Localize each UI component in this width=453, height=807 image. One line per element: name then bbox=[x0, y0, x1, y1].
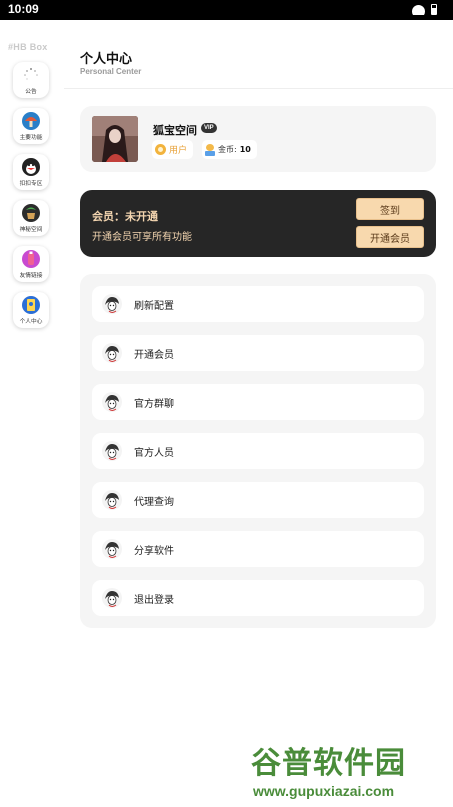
role-label: 用户 bbox=[169, 146, 188, 156]
penguin-icon bbox=[22, 157, 40, 176]
role-chip: 用户 bbox=[152, 140, 194, 159]
sidebar-item-label: 神秘空间 bbox=[19, 225, 43, 233]
sidebar-item-qq-zone[interactable]: 扣扣专区 bbox=[13, 154, 49, 190]
coin-value: 10 bbox=[239, 145, 251, 154]
sidebar-item-main-features[interactable]: 主要功能 bbox=[13, 108, 49, 144]
coin-chip: 金币: 10 bbox=[202, 140, 257, 159]
vip-description: 开通会员可享所有功能 bbox=[92, 232, 192, 243]
sidebar-item-label: 扣扣专区 bbox=[19, 179, 43, 187]
menu-item-share-app[interactable]: 分享软件 bbox=[92, 531, 424, 567]
bottle-icon bbox=[22, 249, 40, 268]
app-brand: #HB Box bbox=[8, 42, 48, 52]
watermark: 谷普软件园 www.gupuxiazai.com bbox=[249, 738, 453, 807]
username: 狐宝空间 bbox=[153, 124, 197, 137]
vip-status: 会员：未开通 bbox=[92, 210, 158, 223]
avatar-sketch-icon bbox=[101, 440, 123, 462]
header-divider bbox=[64, 88, 453, 89]
avatar[interactable] bbox=[92, 116, 138, 162]
page-subtitle: Personal Center bbox=[80, 67, 142, 76]
avatar-sketch-icon bbox=[101, 587, 123, 609]
vip-card: 会员：未开通 开通会员可享所有功能 签到 开通会员 bbox=[80, 190, 436, 257]
menu-item-official-staff[interactable]: 官方人员 bbox=[92, 433, 424, 469]
sidebar-item-friend-links[interactable]: 友情链接 bbox=[13, 246, 49, 282]
avatar-sketch-icon bbox=[101, 293, 123, 315]
sign-in-button[interactable]: 签到 bbox=[356, 198, 424, 220]
menu-item-refresh-config[interactable]: 刷新配置 bbox=[92, 286, 424, 322]
avatar-sketch-icon bbox=[101, 342, 123, 364]
avatar-sketch-icon bbox=[101, 538, 123, 560]
menu-item-label: 刷新配置 bbox=[134, 300, 174, 312]
sidebar-item-secret-space[interactable]: 神秘空间 bbox=[13, 200, 49, 236]
watermark-url: www.gupuxiazai.com bbox=[253, 783, 395, 799]
menu-item-agent-lookup[interactable]: 代理查询 bbox=[92, 482, 424, 518]
page-title: 个人中心 bbox=[80, 52, 133, 67]
menu-item-label: 官方人员 bbox=[134, 447, 174, 459]
status-bar: 10:09 bbox=[0, 0, 453, 20]
avatar-sketch-icon bbox=[101, 489, 123, 511]
menu-item-label: 退出登录 bbox=[134, 594, 174, 606]
clock: 10:09 bbox=[8, 2, 39, 16]
crown-icon bbox=[155, 144, 166, 155]
avatar-sketch-icon bbox=[101, 391, 123, 413]
profile-card: 狐宝空间 VIP 用户 金币: 10 bbox=[80, 106, 436, 172]
menu-card: 刷新配置 开通会员 官方群聊 官方人员 代理查询 分享软件 退出登录 bbox=[80, 274, 436, 628]
loading-dots-icon bbox=[22, 66, 40, 84]
menu-item-label: 分享软件 bbox=[134, 545, 174, 557]
coin-label: 金币: bbox=[218, 145, 237, 154]
open-vip-button[interactable]: 开通会员 bbox=[356, 226, 424, 248]
sidebar-item-label: 个人中心 bbox=[19, 317, 43, 325]
sidebar-item-announcement[interactable]: 公告 bbox=[13, 62, 49, 98]
menu-item-official-group[interactable]: 官方群聊 bbox=[92, 384, 424, 420]
mushroom-icon bbox=[22, 111, 40, 130]
status-icons bbox=[412, 4, 437, 15]
battery-icon bbox=[431, 4, 437, 15]
sidebar-item-personal-center[interactable]: 个人中心 bbox=[13, 292, 49, 328]
menu-item-label: 代理查询 bbox=[134, 496, 174, 508]
watermark-name: 谷普软件园 bbox=[251, 746, 406, 781]
wifi-icon bbox=[412, 4, 425, 15]
plant-pot-icon bbox=[22, 203, 40, 222]
sidebar-item-label: 主要功能 bbox=[19, 133, 43, 141]
coin-icon bbox=[205, 143, 215, 156]
sidebar-item-label: 公告 bbox=[25, 87, 37, 95]
sidebar-item-label: 友情链接 bbox=[19, 271, 43, 279]
menu-item-label: 开通会员 bbox=[134, 349, 174, 361]
menu-item-logout[interactable]: 退出登录 bbox=[92, 580, 424, 616]
menu-item-label: 官方群聊 bbox=[134, 398, 174, 410]
menu-item-open-vip[interactable]: 开通会员 bbox=[92, 335, 424, 371]
id-card-icon bbox=[22, 295, 40, 314]
vip-badge: VIP bbox=[201, 123, 217, 133]
